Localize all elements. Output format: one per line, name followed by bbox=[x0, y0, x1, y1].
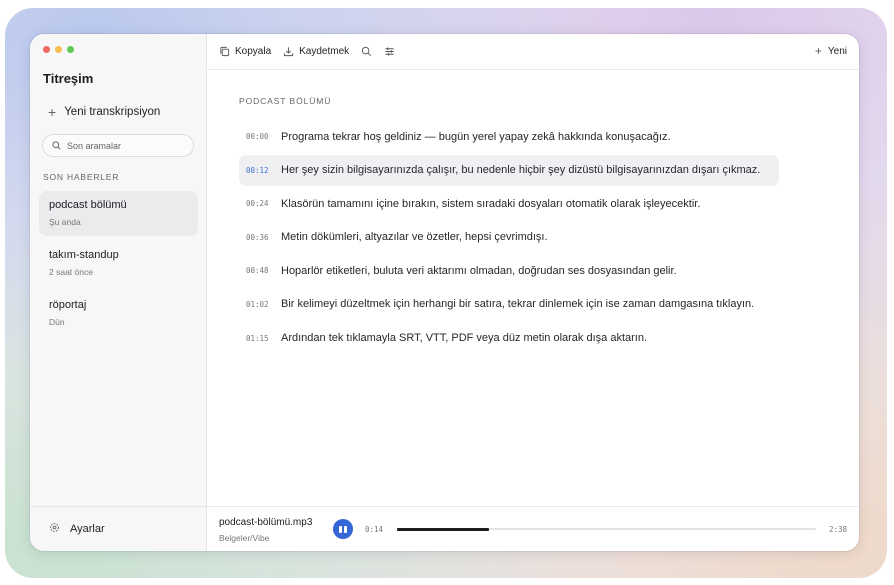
pause-button[interactable] bbox=[333, 519, 353, 539]
transcript-row[interactable]: 01:15 Ardından tek tıklamayla SRT, VTT, … bbox=[239, 323, 779, 354]
new-label: Yeni bbox=[827, 45, 847, 57]
progress-slider[interactable] bbox=[397, 527, 816, 531]
transcript-row[interactable]: 00:00 Programa tekrar hoş geldiniz — bug… bbox=[239, 121, 779, 152]
sidebar-item-title: röportaj bbox=[49, 299, 87, 311]
sidebar-item-subtitle: Şu anda bbox=[49, 217, 81, 227]
sidebar: Titreşim + Yeni transkripsiyon Son arama… bbox=[30, 34, 207, 551]
copy-button[interactable]: Kopyala bbox=[219, 46, 271, 57]
gear-icon bbox=[49, 522, 60, 536]
transcript-row-active[interactable]: 00:12 Her şey sizin bilgisayarınızda çal… bbox=[239, 154, 779, 186]
timestamp[interactable]: 01:02 bbox=[246, 300, 281, 309]
sidebar-item-title: takım-standup bbox=[49, 249, 119, 261]
search-button[interactable] bbox=[361, 46, 372, 57]
copy-label: Kopyala bbox=[235, 46, 272, 57]
pause-icon bbox=[344, 525, 347, 533]
window-controls bbox=[43, 46, 74, 53]
main-panel: Kopyala Kaydetmek + Yeni PODCAST BÖLÜMÜ … bbox=[207, 34, 859, 551]
search-icon bbox=[52, 137, 61, 155]
current-time: 0:14 bbox=[365, 525, 384, 534]
transcript-text[interactable]: Bir kelimeyi düzeltmek için herhangi bir… bbox=[281, 298, 754, 310]
transcript-text[interactable]: Her şey sizin bilgisayarınızda çalışır, … bbox=[281, 164, 760, 176]
sidebar-item-title: podcast bölümü bbox=[49, 199, 127, 211]
transcript-text[interactable]: Ardından tek tıklamayla SRT, VTT, PDF ve… bbox=[281, 332, 647, 344]
transcript-row[interactable]: 00:36 Metin dökümleri, altyazılar ve öze… bbox=[239, 222, 779, 253]
save-label: Kaydetmek bbox=[299, 46, 350, 57]
sliders-icon bbox=[384, 46, 395, 57]
sidebar-item-interview[interactable]: röportaj Dün bbox=[39, 291, 198, 336]
new-transcription-label: Yeni transkripsiyon bbox=[64, 106, 161, 118]
transcript-text[interactable]: Hoparlör etiketleri, buluta veri aktarım… bbox=[281, 265, 677, 277]
download-icon bbox=[283, 46, 294, 57]
transcript-text[interactable]: Programa tekrar hoş geldiniz — bugün yer… bbox=[281, 131, 671, 143]
save-button[interactable]: Kaydetmek bbox=[283, 46, 349, 57]
settings-button[interactable]: Ayarlar bbox=[30, 506, 206, 551]
timestamp[interactable]: 00:00 bbox=[246, 132, 281, 141]
timestamp[interactable]: 00:12 bbox=[246, 166, 281, 175]
sidebar-item-podcast[interactable]: podcast bölümü Şu anda bbox=[39, 191, 198, 236]
maximize-window-button[interactable] bbox=[67, 46, 74, 53]
close-window-button[interactable] bbox=[43, 46, 50, 53]
transcript-list: 00:00 Programa tekrar hoş geldiniz — bug… bbox=[239, 121, 779, 356]
search-icon bbox=[361, 46, 372, 57]
transcript-row[interactable]: 01:02 Bir kelimeyi düzeltmek için herhan… bbox=[239, 289, 779, 320]
transcript-row[interactable]: 00:48 Hoparlör etiketleri, buluta veri a… bbox=[239, 255, 779, 286]
transcript-text[interactable]: Klasörün tamamını içine bırakın, sistem … bbox=[281, 198, 700, 210]
transcript-title: PODCAST BÖLÜMÜ bbox=[239, 96, 332, 106]
timestamp[interactable]: 00:36 bbox=[246, 233, 281, 242]
recent-section-label: SON HABERLER bbox=[43, 172, 120, 182]
player-file-path: Belgeler/Vibe bbox=[219, 533, 270, 543]
app-window: Titreşim + Yeni transkripsiyon Son arama… bbox=[30, 34, 859, 551]
transcript-row[interactable]: 00:24 Klasörün tamamını içine bırakın, s… bbox=[239, 188, 779, 219]
audio-player: podcast-bölümü.mp3 Belgeler/Vibe 0:14 2:… bbox=[207, 506, 859, 551]
timestamp[interactable]: 00:24 bbox=[246, 199, 281, 208]
timestamp[interactable]: 00:48 bbox=[246, 266, 281, 275]
sidebar-item-subtitle: 2 saat önce bbox=[49, 267, 93, 277]
transcript-text[interactable]: Metin dökümleri, altyazılar ve özetler, … bbox=[281, 231, 548, 243]
new-transcription-button[interactable]: + Yeni transkripsiyon bbox=[48, 105, 160, 119]
pause-icon bbox=[339, 525, 342, 533]
plus-icon: + bbox=[48, 104, 57, 120]
minimize-window-button[interactable] bbox=[55, 46, 62, 53]
total-time: 2:38 bbox=[828, 525, 847, 534]
toolbar: Kopyala Kaydetmek + Yeni bbox=[207, 34, 859, 70]
plus-icon: + bbox=[814, 44, 822, 58]
app-title: Titreşim bbox=[43, 71, 94, 86]
new-button[interactable]: + Yeni bbox=[815, 45, 847, 57]
progress-fill bbox=[397, 527, 490, 531]
sidebar-item-standup[interactable]: takım-standup 2 saat önce bbox=[39, 241, 198, 286]
search-input[interactable]: Son aramalar bbox=[42, 134, 194, 157]
timestamp[interactable]: 01:15 bbox=[246, 334, 281, 343]
sidebar-item-subtitle: Dün bbox=[49, 317, 65, 327]
player-file-name: podcast-bölümü.mp3 bbox=[219, 517, 313, 528]
settings-label: Ayarlar bbox=[70, 523, 105, 535]
settings-sliders-button[interactable] bbox=[384, 46, 395, 57]
search-placeholder: Son aramalar bbox=[67, 140, 122, 151]
copy-icon bbox=[219, 46, 230, 57]
